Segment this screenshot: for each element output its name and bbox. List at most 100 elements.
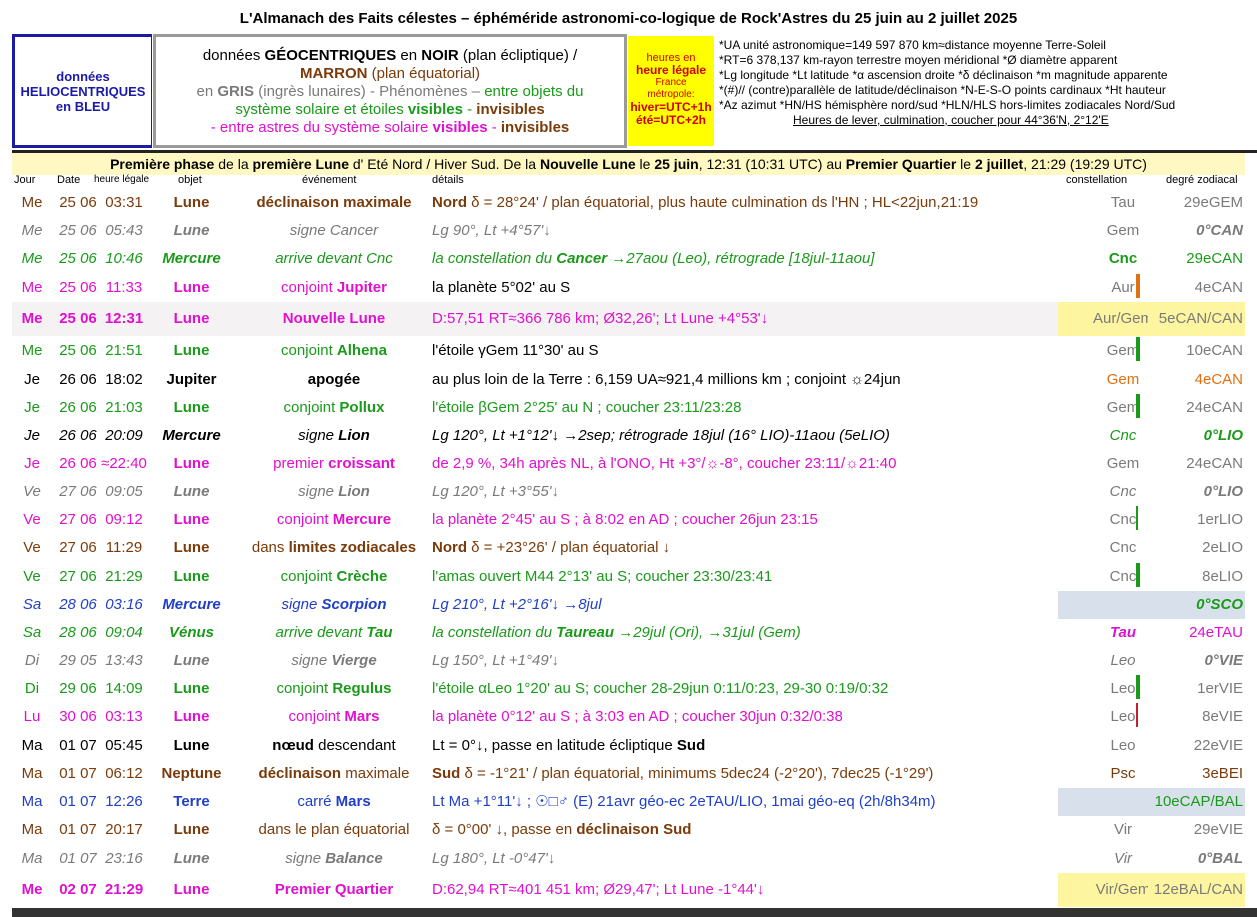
cell-jour: Lu [23,708,41,725]
table-row: Ve 27 06 21:29 Lune conjoint Crèche l'amas ou… [12,563,1245,591]
cell-event: conjoint Pollux [283,399,385,416]
cell-details: Lg 180°, Lt -0°47'↓ [432,850,556,867]
cell-event: apogée [307,371,361,388]
helio-line-1: données [56,68,110,84]
cell-degre: 2eLIO [1202,539,1243,556]
cell-event: Premier Quartier [274,881,394,898]
visibility-bar [1136,394,1140,418]
cell-jour: Me [21,310,43,327]
cell-jour: Me [21,342,43,359]
cell-degre: 0°LIO [1203,427,1243,444]
cell-event: signe Lion [298,427,370,444]
cell-details: δ = 0°00' ↓, passe en déclinaison Sud [432,821,692,838]
cell-degre: 5eCAN/CAN [1148,302,1245,336]
cell-details: Nord δ = 28°24' / plan équatorial, plus … [432,194,979,211]
cell-event: arrive devant Cnc [275,250,393,267]
cell-event: carré Mars [297,793,371,810]
cell-event: dans limites zodiacales [251,539,417,556]
cell-details: Nord δ = +23°26' / plan équatorial ↓ [432,539,671,556]
cell-details: Sud δ = -1°21' / plan équatorial, minimu… [432,765,934,782]
cell-jour: Je [24,427,40,444]
cell-degre: 0°BAL [1197,850,1243,867]
cell-degre: 29eCAN [1186,250,1243,267]
table-row: Ma 01 07 05:45 Lune nœud descendant Lt = 0°↓,… [12,732,1245,760]
cell-jour: Di [24,680,40,697]
cell-details: la constellation du Cancer →27aou (Leo),… [432,250,875,267]
cell-jour: Ve [23,483,41,500]
cell-event: conjoint Alhena [281,342,387,359]
table-row: Ve 27 06 11:29 Lune dans limites zodiacales N… [12,534,1245,562]
visibility-bar [1136,563,1140,587]
cell-jour: Ma [21,821,43,838]
table-row: Ma 01 07 12:26 Terre carré Mars Lt Ma +1°11'↓… [12,788,1245,816]
cell-jour: Di [24,652,40,669]
cell-degre: 10eCAN [1186,342,1243,359]
cell-jour: Ve [23,539,41,556]
cell-event: premier croissant [273,455,395,472]
cell-jour: Je [24,399,40,416]
phase-banner: Première phase de la première Lune d' Et… [12,153,1245,175]
cell-details: de 2,9 %, 34h après NL, à l'ONO, Ht +3°/… [432,455,897,472]
legal-time-note: heures en heure légale France métropole:… [628,36,714,146]
cell-details: D:62,94 RT≈401 451 km; Ø29,47'; Lt Lune … [432,881,765,898]
cell-degre: 29eVIE [1193,821,1243,838]
cell-details: Lg 90°, Lt +4°57'↓ [432,222,551,239]
cell-jour: Me [21,279,43,296]
cell-details: la planète 5°02' au S [432,279,571,296]
cell-event: arrive devant Tau [275,624,393,641]
cell-jour: Ma [21,850,43,867]
cell-degre: 8eVIE [1202,708,1243,725]
header-heure: heure légale [94,174,150,185]
table-row: Je 26 06 ≈22:40 Lune premier croissant de 2,9… [12,450,1245,478]
header-constellation: constellation [1066,174,1128,186]
visibility-bar [1136,506,1138,530]
table-row: Lu 30 06 03:13 Lune conjoint Mars la planète … [12,703,1245,731]
cell-event: Nouvelle Lune [282,310,386,327]
cell-event: conjoint Jupiter [281,279,387,296]
cell-degre: 24eTAU [1189,624,1243,641]
cell-degre: 1erVIE [1197,680,1243,697]
cell-jour: Ma [21,765,43,782]
cell-details: la planète 0°12' au S ; à 3:03 en AD ; c… [432,708,843,725]
cell-event: déclinaison maximale [258,765,410,782]
cell-jour: Ma [21,793,43,810]
cell-event: signe Vierge [291,652,377,669]
visibility-bar [1136,274,1140,298]
cell-event: nœud descendant [272,737,396,754]
cell-degre: 10eCAP/BAL [1148,788,1245,816]
cell-degre: 0°SCO [1148,591,1245,619]
cell-event: signe Scorpion [281,596,387,613]
cell-details: au plus loin de la Terre : 6,159 UA≈921,… [432,371,901,388]
cell-details: Lg 210°, Lt +2°16'↓ →8jul [432,596,602,613]
table-row: Di 29 06 14:09 Lune conjoint Regulus l'étoile… [12,675,1245,703]
cell-degre: 29eGEM [1183,194,1243,211]
table-row: Me 25 06 21:51 Lune conjoint Alhena l'étoile … [12,337,1245,365]
table-row: Ma 01 07 06:12 Neptune déclinaison maximale S… [12,760,1245,788]
cell-jour: Ve [23,511,41,528]
cell-degre: 8eLIO [1202,568,1243,585]
cell-details: Lg 120°, Lt +3°55'↓ [432,483,560,500]
cell-degre: 0°CAN [1196,222,1243,239]
cell-event: signe Lion [298,483,370,500]
cell-degre: 0°LIO [1203,483,1243,500]
cell-event: conjoint Mars [288,708,380,725]
cell-event: conjoint Crèche [280,568,388,585]
cell-details: l'étoile γGem 11°30' au S [432,342,599,359]
table-row: Me 25 06 03:31 Lune déclinaison maximale Nord… [12,189,1245,217]
cell-event: signe Cancer [289,222,379,239]
visibility-bar [1136,703,1138,727]
cell-details: l'étoile αLeo 1°20' au S; coucher 28-29j… [432,680,889,697]
cell-degre: 3eBEI [1202,765,1243,782]
cell-jour: Je [24,371,40,388]
glossary: *UA unité astronomique=149 597 870 km≈di… [719,38,1176,127]
cell-degre: 0°VIE [1204,652,1243,669]
visibility-bar [1136,675,1140,699]
table-row: Sa 28 06 09:04 Vénus arrive devant Tau la con… [12,619,1245,647]
cell-degre: 4eCAN [1194,279,1243,296]
cell-details: la planète 2°45' au S ; à 8:02 en AD ; c… [432,511,818,528]
cell-jour: Me [21,881,43,898]
cell-jour: Ve [23,568,41,585]
cell-event: déclinaison maximale [256,194,412,211]
helio-line-2: HELIOCENTRIQUES [20,83,146,99]
cell-details: l'amas ouvert M44 2°13' au S; coucher 23… [432,568,773,585]
